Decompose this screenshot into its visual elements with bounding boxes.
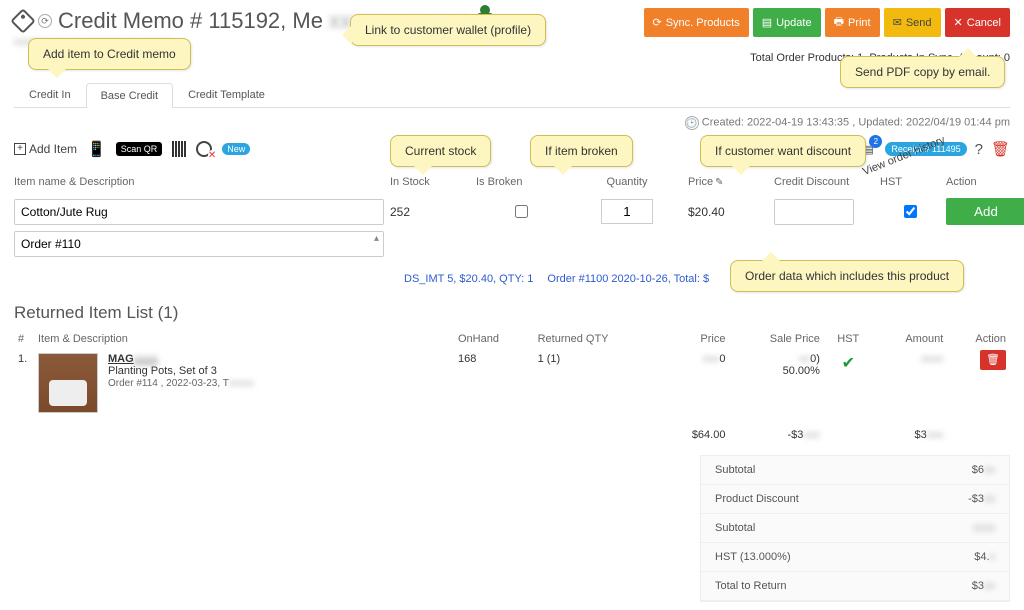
tag-icon — [10, 8, 35, 33]
callout-discount: If customer want discount — [700, 135, 866, 167]
item-sub: Planting Pots, Set of 3 — [108, 365, 217, 377]
col-qty: Quantity — [572, 176, 682, 188]
item-input[interactable] — [14, 199, 384, 225]
returned-title: Returned Item List (1) — [14, 303, 1010, 323]
product-thumb — [38, 353, 98, 413]
hst-check-icon: ✔ — [824, 349, 873, 417]
tot-sale: -$3xxx — [729, 417, 823, 445]
qty-input[interactable] — [601, 199, 653, 224]
meta-line: 🕑 Created: 2022-04-19 13:43:35 , Updated… — [14, 116, 1010, 130]
print-button[interactable]: 🖶 Print — [825, 8, 880, 37]
sum-l5: Total to Return — [715, 580, 787, 592]
sum-v1: $6xx — [972, 464, 995, 476]
sum-v3: xxxx — [973, 522, 995, 534]
order-input[interactable] — [14, 231, 384, 257]
discount-input[interactable] — [774, 199, 854, 225]
th-desc: Item & Description — [34, 329, 454, 349]
sum-l4: HST (13.000%) — [715, 551, 791, 563]
callout-broken: If item broken — [530, 135, 633, 167]
cell-idx: 1. — [14, 349, 34, 417]
barcode-icon[interactable] — [172, 141, 186, 157]
broken-checkbox[interactable] — [515, 205, 528, 218]
tab-base-credit[interactable]: Base Credit — [86, 83, 173, 108]
delete-row-button[interactable]: 🗑 — [980, 350, 1006, 370]
tot-amount: $3xxx — [873, 417, 948, 445]
sum-l1: Subtotal — [715, 464, 755, 476]
callout-send: Send PDF copy by email. — [840, 56, 1005, 88]
col-discount: Credit Discount — [774, 176, 874, 188]
cell-price: xxx0 — [662, 349, 730, 417]
trash-icon[interactable]: 🗑 — [991, 140, 1010, 158]
help-icon[interactable]: ? — [975, 141, 983, 158]
plus-icon: + — [14, 143, 26, 155]
cell-amount: xxxx — [873, 349, 948, 417]
gear-icon[interactable] — [196, 141, 212, 157]
callout-wallet: Link to customer wallet (profile) — [350, 14, 546, 46]
summary-box: Subtotal $6xx Product Discount -$3xx Subto… — [700, 455, 1010, 602]
update-button[interactable]: ▤ Update — [753, 8, 821, 37]
pencil-icon[interactable]: ✎ — [715, 177, 723, 188]
title-text: Credit Memo # 115192, Me — [58, 8, 323, 34]
th-price: Price — [662, 329, 730, 349]
stock-value: 252 — [390, 205, 470, 219]
th-sale: Sale Price — [729, 329, 823, 349]
col-price: Price✎ — [688, 176, 768, 188]
scan-qr-badge: Scan QR — [116, 142, 163, 156]
cell-onhand: 168 — [454, 349, 534, 417]
callout-orderdata: Order data which includes this product — [730, 260, 964, 292]
col-hst: HST — [880, 176, 940, 188]
sum-v2: -$3xx — [968, 493, 995, 505]
tab-credit-template[interactable]: Credit Template — [173, 82, 280, 107]
new-badge: New — [222, 143, 250, 155]
table-row: 1. MAGxxxx Planting Pots, Set of 3 Order… — [14, 349, 1010, 417]
add-button[interactable]: Add — [946, 198, 1024, 225]
clock-icon: 🕑 — [685, 116, 699, 130]
th-onhand: OnHand — [454, 329, 534, 349]
th-amount: Amount — [873, 329, 948, 349]
item-name[interactable]: MAGxxxx — [108, 353, 158, 365]
tot-price: $64.00 — [662, 417, 730, 445]
dropdown-icon[interactable]: ▴ — [374, 233, 379, 244]
th-rqty: Returned QTY — [534, 329, 662, 349]
order-link[interactable]: Order #1100 2020-10-26, Total: $ — [547, 273, 709, 285]
ds-link[interactable]: DS_IMT 5, $20.40, QTY: 1 — [404, 273, 533, 285]
sync-button[interactable]: ⟳ Sync. Products — [644, 8, 749, 37]
col-name: Item name & Description — [14, 176, 384, 188]
action-buttons: ⟳ Sync. Products ▤ Update 🖶 Print ✉ Send… — [644, 8, 1011, 37]
sum-l2: Product Discount — [715, 493, 799, 505]
price-value: $20.40 — [688, 205, 768, 219]
sum-l3: Subtotal — [715, 522, 755, 534]
col-action: Action — [946, 176, 1024, 188]
cancel-button[interactable]: ✕ Cancel — [945, 8, 1010, 37]
th-hst: HST — [824, 329, 873, 349]
send-button[interactable]: ✉ Send — [884, 8, 941, 37]
callout-stock: Current stock — [390, 135, 491, 167]
add-item-button[interactable]: + Add Item — [14, 142, 77, 156]
th-action: Action — [947, 329, 1010, 349]
phone-icon[interactable]: 📱 — [87, 140, 106, 158]
cell-sale: xx0)50.00% — [729, 349, 823, 417]
th-idx: # — [14, 329, 34, 349]
hst-checkbox[interactable] — [904, 205, 917, 218]
item-order: Order #114 , 2022-03-23, Txxxxx — [108, 378, 254, 389]
sum-v4: $4.x — [974, 551, 995, 563]
refresh-icon: ⟳ — [38, 14, 52, 28]
callout-add: Add item to Credit memo — [28, 38, 191, 70]
cell-rqty: 1 (1) — [534, 349, 662, 417]
sum-v5: $3xx — [972, 580, 995, 592]
